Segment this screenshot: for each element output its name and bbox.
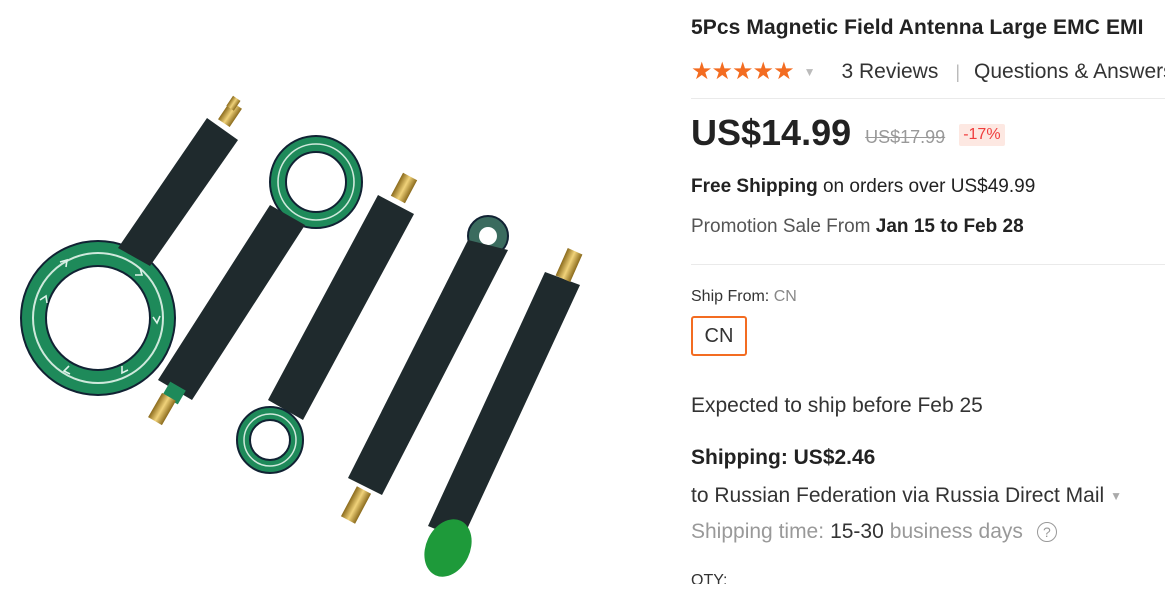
shipping-time-value: 15-30: [830, 520, 884, 543]
reviews-link[interactable]: 3 Reviews: [841, 60, 938, 84]
questions-answers-link[interactable]: Questions & Answers: [974, 60, 1165, 84]
free-shipping-note: Free Shipping on orders over US$49.99: [691, 176, 1035, 198]
ship-from-value: CN: [773, 288, 797, 305]
divider: [691, 98, 1165, 99]
shipping-time: Shipping time: 15-30 business days ?: [691, 520, 1057, 544]
shipping-cost: Shipping: US$2.46: [691, 446, 876, 469]
star-rating-icon[interactable]: ★★★★★: [691, 60, 795, 84]
promotion-dates: Jan 15 to Feb 28: [875, 216, 1024, 237]
product-info-panel: 5Pcs Magnetic Field Antenna Large EMC EM…: [691, 0, 1165, 584]
expected-ship-date: Expected to ship before Feb 25: [691, 394, 983, 417]
shipping-destination[interactable]: to Russian Federation via Russia Direct …: [691, 484, 1104, 508]
divider: [691, 264, 1165, 265]
qty-label: QTY:: [691, 572, 728, 584]
shipping-time-label: Shipping time:: [691, 520, 825, 543]
help-icon[interactable]: ?: [1036, 522, 1057, 542]
free-shipping-label: Free Shipping: [691, 176, 818, 197]
discount-badge: -17%: [959, 124, 1005, 146]
chevron-down-icon[interactable]: ▼: [804, 65, 816, 79]
ship-from-option-cn[interactable]: CN: [691, 316, 747, 356]
shipping-time-unit: business days: [889, 520, 1023, 543]
product-image[interactable]: [0, 0, 660, 584]
rating-row: ★★★★★ ▼ 3 Reviews | Questions & Answers: [691, 58, 1165, 86]
separator: |: [955, 61, 961, 82]
ship-from-label: Ship From: CN: [691, 288, 797, 306]
free-shipping-text: on orders over US$49.99: [822, 176, 1036, 197]
promotion-note: Promotion Sale From Jan 15 to Feb 28: [691, 216, 1024, 238]
antenna-probes-illustration: [20, 95, 583, 577]
ship-from-text: Ship From:: [691, 288, 770, 305]
product-title: 5Pcs Magnetic Field Antenna Large EMC EM…: [691, 16, 1144, 39]
chevron-down-icon[interactable]: ▼: [1110, 489, 1122, 503]
original-price: US$17.99: [865, 126, 946, 147]
promotion-prefix: Promotion Sale From: [691, 216, 871, 237]
price-row: US$14.99 US$17.99 -17%: [691, 112, 1005, 154]
current-price: US$14.99: [691, 112, 852, 153]
shipping-destination-select[interactable]: to Russian Federation via Russia Direct …: [691, 484, 1122, 508]
